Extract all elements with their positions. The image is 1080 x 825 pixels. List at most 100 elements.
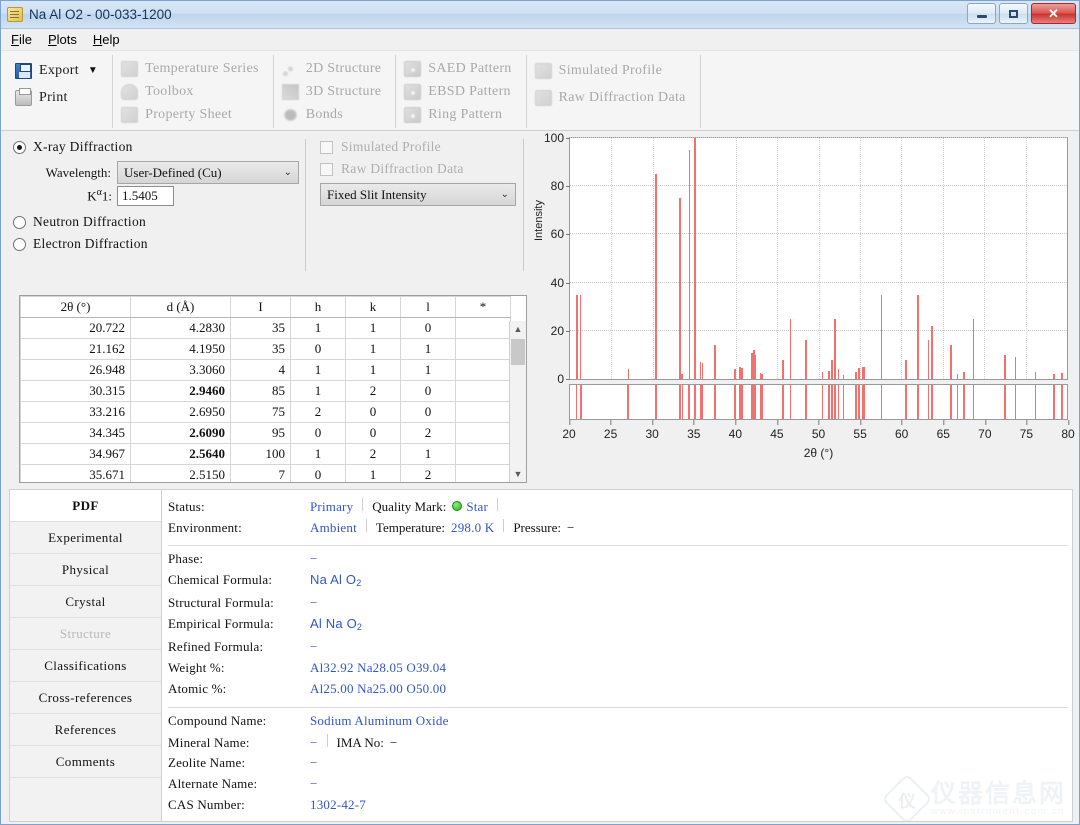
diffraction-data-table[interactable]: 2θ (°) d (Å) Ih k l * 20.722 4.2830 35 1 1 0 21.162… (19, 295, 527, 483)
ka1-input[interactable]: 1.5405 (117, 186, 174, 206)
checkbox-simulated-profile[interactable]: Simulated Profile (320, 139, 523, 155)
2d-structure-button[interactable]: 2D Structure (278, 57, 386, 80)
sidebar-item-physical[interactable]: Physical (10, 554, 161, 586)
document-icon (7, 7, 23, 22)
table-row[interactable]: 26.948 3.3060 4 1 1 1 (20, 359, 511, 381)
table-cell-k: 1 (345, 338, 401, 360)
scrollbar-thumb[interactable] (511, 339, 525, 365)
table-column-header-3[interactable]: h (290, 296, 346, 318)
table-cell-star (455, 338, 511, 360)
quality-star-icon (452, 501, 463, 511)
3d-structure-button[interactable]: 3D Structure (278, 80, 386, 103)
sidebar-item-pdf[interactable]: PDF (10, 490, 161, 522)
menu-file[interactable]: File (11, 32, 32, 47)
chart-peak (714, 345, 716, 379)
table-cell-d: 3.3060 (130, 359, 231, 381)
table-column-header-0[interactable]: 2θ (°) (20, 296, 131, 318)
checkbox-raw-diffraction-data[interactable]: Raw Diffraction Data (320, 161, 523, 177)
menu-help[interactable]: Help (93, 32, 120, 47)
ring-pattern-label: Ring Pattern (428, 106, 503, 122)
table-column-header-6[interactable]: * (455, 296, 511, 318)
chevron-down-icon[interactable]: ▼ (88, 65, 98, 76)
saed-pattern-icon (404, 60, 422, 77)
table-column-header-2[interactable]: I (230, 296, 291, 318)
scroll-up-icon[interactable]: ▲ (510, 321, 526, 337)
chart-x-tick-label: 20 (562, 420, 576, 441)
table-header-row: 2θ (°) d (Å) Ih k l * (20, 296, 511, 318)
table-cell-two-theta: 34.345 (20, 422, 131, 444)
table-row[interactable]: 30.315 2.9460 85 1 2 0 (20, 380, 511, 402)
property-sheet-label: Property Sheet (145, 106, 233, 122)
status-row: Status: Primary Quality Mark: Star (168, 498, 1072, 519)
menu-plots[interactable]: Plots (48, 32, 77, 47)
chart-gridline-vertical (611, 138, 613, 379)
table-cell-I: 35 (230, 317, 291, 339)
table-scrollbar[interactable]: ▲ ▼ (509, 321, 526, 482)
zeolite-name-row: Zeolite Name: − (168, 755, 1072, 776)
simulated-profile-button[interactable]: Simulated Profile (531, 57, 690, 84)
chart-peak (701, 363, 704, 379)
sidebar-item-comments[interactable]: Comments (10, 746, 161, 778)
radio-electron-diffraction[interactable]: Electron Diffraction (13, 236, 305, 252)
radio-neutron-diffraction[interactable]: Neutron Diffraction (13, 214, 305, 230)
table-cell-two-theta: 35.671 (20, 464, 131, 482)
chart-gridline-vertical (942, 138, 944, 379)
sidebar-item-references[interactable]: References (10, 714, 161, 746)
zeolite-name-value: − (310, 755, 318, 770)
alternate-name-row: Alternate Name: − (168, 776, 1072, 797)
print-button[interactable]: Print (11, 84, 102, 111)
table-cell-d: 2.6090 (130, 422, 231, 444)
chart-peak (1014, 357, 1017, 379)
raw-diffraction-data-button[interactable]: Raw Diffraction Data (531, 84, 690, 111)
chevron-down-icon: ⌄ (283, 167, 292, 178)
chart-peak (854, 371, 857, 379)
chart-reflection-tick (701, 385, 704, 419)
radio-xray-diffraction[interactable]: X-ray Diffraction (13, 139, 305, 155)
toolbox-button[interactable]: Toolbox (117, 80, 263, 103)
chart-y-tick-label: 100 (544, 131, 571, 145)
chart-plot-area[interactable]: 0 20 40 60 80 100 (544, 131, 1068, 386)
table-row[interactable]: 34.345 2.6090 95 0 0 2 (20, 422, 511, 444)
chart-reflection-tick (950, 385, 952, 419)
table-row[interactable]: 21.162 4.1950 35 0 1 1 (20, 338, 511, 360)
chart-x-tick-label: 55 (853, 420, 867, 441)
scroll-down-icon[interactable]: ▼ (510, 466, 526, 482)
chart-reflection-tick (1061, 385, 1063, 419)
toolbar: Export ▼ Print Temperature Series Toolbo… (1, 51, 1079, 131)
wavelength-source-select[interactable]: User-Defined (Cu) ⌄ (117, 161, 299, 184)
sidebar-item-experimental[interactable]: Experimental (10, 522, 161, 554)
property-sheet-button[interactable]: Property Sheet (117, 103, 263, 126)
intensity-mode-value: Fixed Slit Intensity (327, 186, 427, 202)
chart-y-tick-label: 20 (551, 324, 571, 338)
intensity-mode-select[interactable]: Fixed Slit Intensity ⌄ (320, 183, 516, 206)
table-column-header-4[interactable]: k (345, 296, 401, 318)
empirical-formula-subscript: 2 (356, 622, 363, 632)
pressure-value: − (566, 520, 575, 535)
sidebar-item-cross-references[interactable]: Cross-references (10, 682, 161, 714)
chart-reflection-tick (854, 385, 857, 419)
saed-pattern-button[interactable]: SAED Pattern (400, 57, 515, 80)
table-cell-star (455, 380, 511, 402)
wavelength-label: Wavelength: (45, 164, 111, 180)
xrd-chart: Intensity 0 20 40 60 80 100 2θ (°) 20 25 30 35 40… (529, 131, 1075, 471)
ebsd-pattern-button[interactable]: EBSD Pattern (400, 80, 515, 103)
temperature-series-button[interactable]: Temperature Series (117, 57, 263, 80)
table-row[interactable]: 20.722 4.2830 35 1 1 0 (20, 317, 511, 339)
table-column-header-1[interactable]: d (Å) (130, 296, 231, 318)
table-cell-d: 4.2830 (130, 317, 231, 339)
checkbox-icon (320, 140, 333, 154)
sidebar-item-classifications[interactable]: Classifications (10, 650, 161, 682)
sidebar-item-crystal[interactable]: Crystal (10, 586, 161, 618)
chart-reflection-tick (575, 385, 578, 419)
bonds-button[interactable]: Bonds (278, 103, 386, 126)
minimize-button[interactable] (967, 3, 996, 24)
close-button[interactable]: ✕ (1031, 3, 1076, 24)
export-button[interactable]: Export ▼ (11, 57, 102, 84)
table-column-header-5[interactable]: l (400, 296, 456, 318)
maximize-button[interactable] (999, 3, 1028, 24)
table-row[interactable]: 35.671 2.5150 7 0 1 2 (20, 464, 511, 482)
table-cell-h: 2 (290, 401, 346, 423)
ring-pattern-button[interactable]: Ring Pattern (400, 103, 515, 126)
table-row[interactable]: 33.216 2.6950 75 2 0 0 (20, 401, 511, 423)
table-row[interactable]: 34.967 2.5640 100 1 2 1 (20, 443, 511, 465)
